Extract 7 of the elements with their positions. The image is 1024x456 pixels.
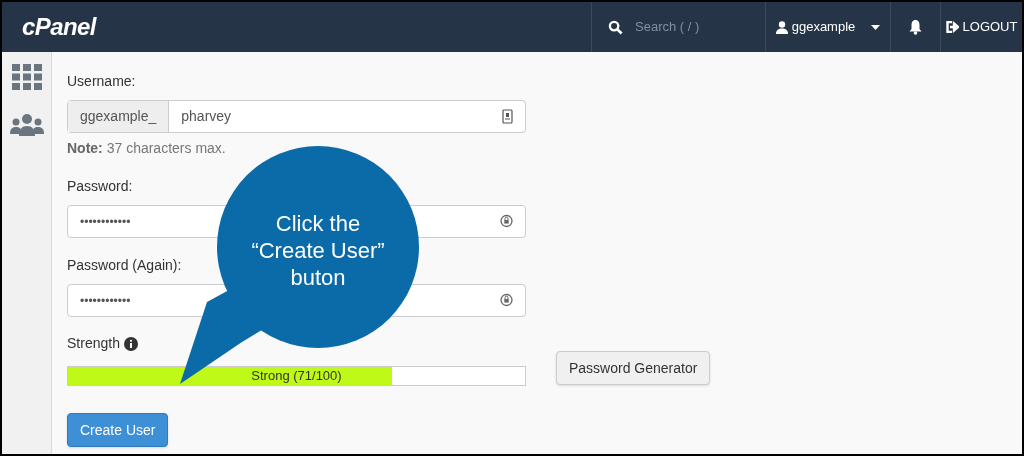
strength-label: Strength [67, 334, 120, 353]
strength-reading: Strong (71/100) [250, 367, 343, 385]
field-label: Password (Again): [67, 256, 183, 275]
note-text: Note: 37 characters max. [67, 139, 227, 158]
field-label: Password: [67, 177, 134, 196]
callout-text: Click the “Create User” buton [250, 210, 386, 291]
field-label: Username: [67, 72, 137, 91]
